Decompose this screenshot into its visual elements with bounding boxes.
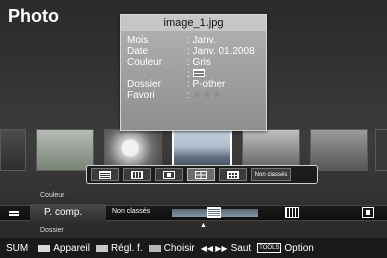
sort-bar: Couleur P. comp. Non classés ▲ Dossier [0, 186, 387, 236]
list-icon [99, 170, 111, 179]
file-name: image_1.jpg [121, 15, 266, 31]
info-value: : Gris [187, 57, 211, 68]
sort-current-option[interactable]: P. comp. [30, 204, 106, 222]
info-key: Favori [127, 90, 155, 101]
red-key-icon [38, 244, 51, 252]
info-key: Couleur [127, 57, 163, 68]
sort-folder-button[interactable] [155, 168, 183, 181]
info-key: Mois [127, 35, 149, 46]
file-info-panel: image_1.jpg Mois : Janv. Date : Janv. 01… [120, 14, 267, 131]
columns-icon [285, 207, 299, 218]
info-value-text: : [187, 90, 190, 101]
sort-list-button[interactable] [91, 168, 119, 181]
caret-up-icon: ▲ [200, 222, 207, 229]
info-value: : Janv. [187, 35, 216, 46]
footer-settings: Régl. f. [95, 242, 143, 254]
columns-icon [131, 170, 143, 179]
footer-choose: Choisir [148, 242, 195, 254]
menu-lines-icon [9, 211, 19, 216]
list-icon [207, 207, 221, 218]
sum-label: SUM [6, 242, 29, 254]
footer-choose-label: Choisir [163, 242, 195, 254]
thumbnail-item[interactable] [375, 129, 387, 171]
sort-option-above[interactable]: Couleur [40, 192, 65, 199]
matrix-icon [227, 170, 239, 179]
photo-browser-screen: Photo image_1.jpg Mois : Janv. Date : Ja… [0, 0, 387, 258]
green-key-icon [95, 244, 108, 252]
info-row-month: Mois : Janv. [127, 35, 266, 46]
footer-device-label: Appareil [53, 242, 90, 254]
info-row-favorite: Favori : ★★★ [127, 90, 266, 101]
thumbnail-item[interactable] [36, 129, 94, 171]
info-value: : ★★★ [187, 90, 222, 101]
info-row-folder: Dossier : P-other [127, 79, 266, 90]
info-row-group: Méd. info groupe : [127, 68, 266, 80]
info-value: : P-other [187, 79, 226, 90]
skip-arrows-icon: ◀◀ ▶▶ [200, 243, 228, 253]
footer-option: TOOLS Option [257, 243, 314, 254]
sort-option-below[interactable]: Dossier [40, 227, 64, 234]
unclassified-label: Non classés [112, 208, 151, 215]
info-key: Dossier [127, 79, 161, 90]
footer-help-bar: SUM Appareil Régl. f. Choisir ◀◀ ▶▶ Saut… [0, 238, 387, 258]
thumbnail-item[interactable] [310, 129, 368, 171]
sort-grid-button[interactable] [187, 168, 215, 181]
folder-icon [163, 170, 175, 179]
tools-key-icon: TOOLS [257, 243, 282, 253]
info-value: : [187, 68, 205, 80]
info-row-color: Couleur : Gris [127, 57, 266, 68]
yellow-key-icon [148, 244, 161, 252]
footer-option-label: Option [284, 242, 314, 254]
info-value: : Janv. 01.2008 [187, 46, 255, 57]
thumbnail-item[interactable] [0, 129, 26, 171]
sort-columns-button[interactable] [123, 168, 151, 181]
sort-mode-popup: Non classés [86, 165, 318, 184]
folder-icon [362, 207, 374, 218]
info-key: Date [127, 46, 149, 57]
footer-jump: ◀◀ ▶▶ Saut [201, 243, 251, 254]
info-row-date: Date : Janv. 01.2008 [127, 46, 266, 57]
footer-jump-label: Saut [230, 242, 252, 254]
favorite-stars-icon: ★★★ [192, 90, 223, 101]
footer-device: Appareil [38, 243, 90, 254]
grid-icon [195, 170, 207, 179]
footer-settings-label: Régl. f. [110, 242, 143, 254]
sort-matrix-button[interactable] [219, 168, 247, 181]
page-title: Photo [8, 6, 59, 26]
info-key: Méd. info groupe [127, 69, 187, 78]
unclassified-button[interactable]: Non classés [251, 168, 291, 181]
group-icon [192, 69, 205, 77]
